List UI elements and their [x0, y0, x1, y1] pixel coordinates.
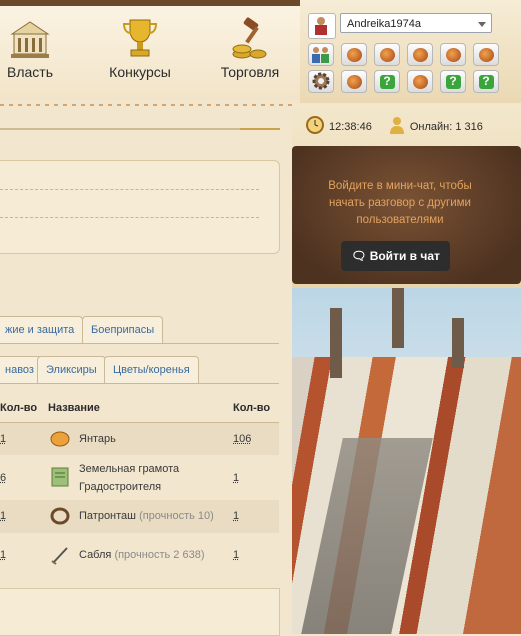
coin-icon	[413, 75, 428, 89]
user-select[interactable]: Andreika1974a	[340, 13, 492, 33]
government-building-icon	[10, 16, 50, 60]
decorative-divider	[0, 104, 300, 106]
tab-flowers-roots[interactable]: Цветы/коренья	[104, 356, 199, 383]
table-row: 1 Патронташ (прочность 10) 1	[0, 500, 279, 533]
enter-chat-button[interactable]: 🗨 Войти в чат	[341, 241, 450, 271]
coin-icon	[380, 48, 395, 62]
amber-icon	[50, 430, 70, 448]
coin-icon	[413, 48, 428, 62]
nav-contests[interactable]: Конкурсы	[108, 16, 172, 80]
players-icon[interactable]	[308, 43, 334, 66]
coin-icon	[347, 75, 362, 89]
city-street	[301, 438, 433, 634]
panel-dashed-line	[0, 189, 259, 190]
coin-icon[interactable]	[374, 43, 400, 66]
nav-power[interactable]: Власть	[4, 16, 56, 80]
coin-icon[interactable]	[440, 43, 466, 66]
coin-icon[interactable]	[473, 43, 499, 66]
row-name: Земельная грамота	[79, 463, 179, 475]
row-name-text: Сабля	[79, 549, 111, 561]
column-header-qty: Кол-во	[233, 402, 270, 414]
coin-icon	[347, 48, 362, 62]
row-name: Патронташ (прочность 10)	[79, 510, 214, 522]
gavel-coins-icon	[230, 16, 270, 60]
table-row: 6 Земельная грамота Градостроителя 1	[0, 455, 279, 500]
row-qty[interactable]: 1	[233, 472, 239, 484]
coin-icon[interactable]	[341, 43, 367, 66]
top-navigation: Власть Конкурсы Торговля	[0, 0, 300, 100]
chevron-down-icon	[478, 22, 486, 27]
land-deed-icon	[50, 467, 70, 485]
row-name: Янтарь	[79, 433, 116, 445]
question-mark: ?	[375, 74, 399, 88]
question-mark: ?	[441, 74, 465, 88]
bandolier-icon	[50, 507, 70, 525]
question-icon[interactable]: ?	[374, 70, 400, 93]
server-time: 12:38:46	[329, 121, 372, 133]
nav-trade-label: Торговля	[221, 64, 279, 80]
question-icon[interactable]: ?	[440, 70, 466, 93]
status-row: 12:38:46 Онлайн: 1 316	[305, 115, 483, 138]
row-name-line2: Градостроителя	[79, 481, 161, 493]
coin-icon[interactable]	[407, 43, 433, 66]
row-qty-left[interactable]: 1	[0, 433, 6, 445]
trophy-icon	[120, 16, 160, 60]
city-illustration	[292, 288, 521, 634]
tab-ammo[interactable]: Боеприпасы	[82, 316, 163, 343]
row-qty-left[interactable]: 1	[0, 510, 6, 522]
clock-icon	[305, 115, 325, 138]
saber-icon	[50, 545, 70, 563]
city-tower	[392, 288, 404, 348]
info-panel	[0, 160, 280, 254]
coin-icon[interactable]	[407, 70, 433, 93]
tab-elixirs[interactable]: Эликсиры	[37, 356, 106, 383]
row-qty-left[interactable]: 1	[0, 549, 6, 561]
table-row: 1 Сабля (прочность 2 638) 1	[0, 533, 279, 577]
row-name: Сабля (прочность 2 638)	[79, 549, 205, 561]
row-qty[interactable]: 106	[233, 433, 251, 445]
durability-note: (прочность 2 638)	[114, 549, 204, 561]
nav-trade[interactable]: Торговля	[218, 16, 282, 80]
coin-icon	[479, 48, 494, 62]
user-select-value: Andreika1974a	[347, 18, 421, 30]
section-divider	[0, 128, 280, 130]
enter-chat-label: Войти в чат	[370, 249, 440, 263]
coin-icon[interactable]	[341, 70, 367, 93]
bottom-panel	[0, 588, 280, 636]
row-qty-left[interactable]: 6	[0, 472, 6, 484]
durability-note: (прочность 10)	[139, 510, 214, 522]
tab-baseline	[0, 383, 279, 384]
row-qty[interactable]: 1	[233, 549, 239, 561]
chat-login-prompt: Войдите в мини-чат, чтобы начать разгово…	[310, 178, 490, 229]
city-tower	[330, 308, 342, 378]
avatar[interactable]	[308, 13, 336, 39]
column-header-qty-left: Кол-во	[0, 402, 37, 414]
city-tower	[452, 318, 464, 368]
nav-power-label: Власть	[7, 64, 53, 80]
panel-dashed-line	[0, 217, 259, 218]
tab-baseline	[0, 343, 279, 344]
row-qty[interactable]: 1	[233, 510, 239, 522]
column-header-name: Название	[48, 402, 100, 414]
question-mark: ?	[474, 74, 498, 88]
online-count: Онлайн: 1 316	[410, 121, 483, 133]
nav-contests-label: Конкурсы	[109, 64, 171, 80]
online-users-icon	[388, 115, 406, 138]
table-row: 1 Янтарь 106	[0, 423, 279, 455]
coin-icon	[446, 48, 461, 62]
tab-weapons-defense[interactable]: жие и защита	[0, 316, 83, 343]
gear-icon[interactable]	[308, 70, 334, 93]
question-icon[interactable]: ?	[473, 70, 499, 93]
chat-bubble-icon: 🗨	[351, 249, 366, 263]
row-name-text: Патронташ	[79, 510, 136, 522]
